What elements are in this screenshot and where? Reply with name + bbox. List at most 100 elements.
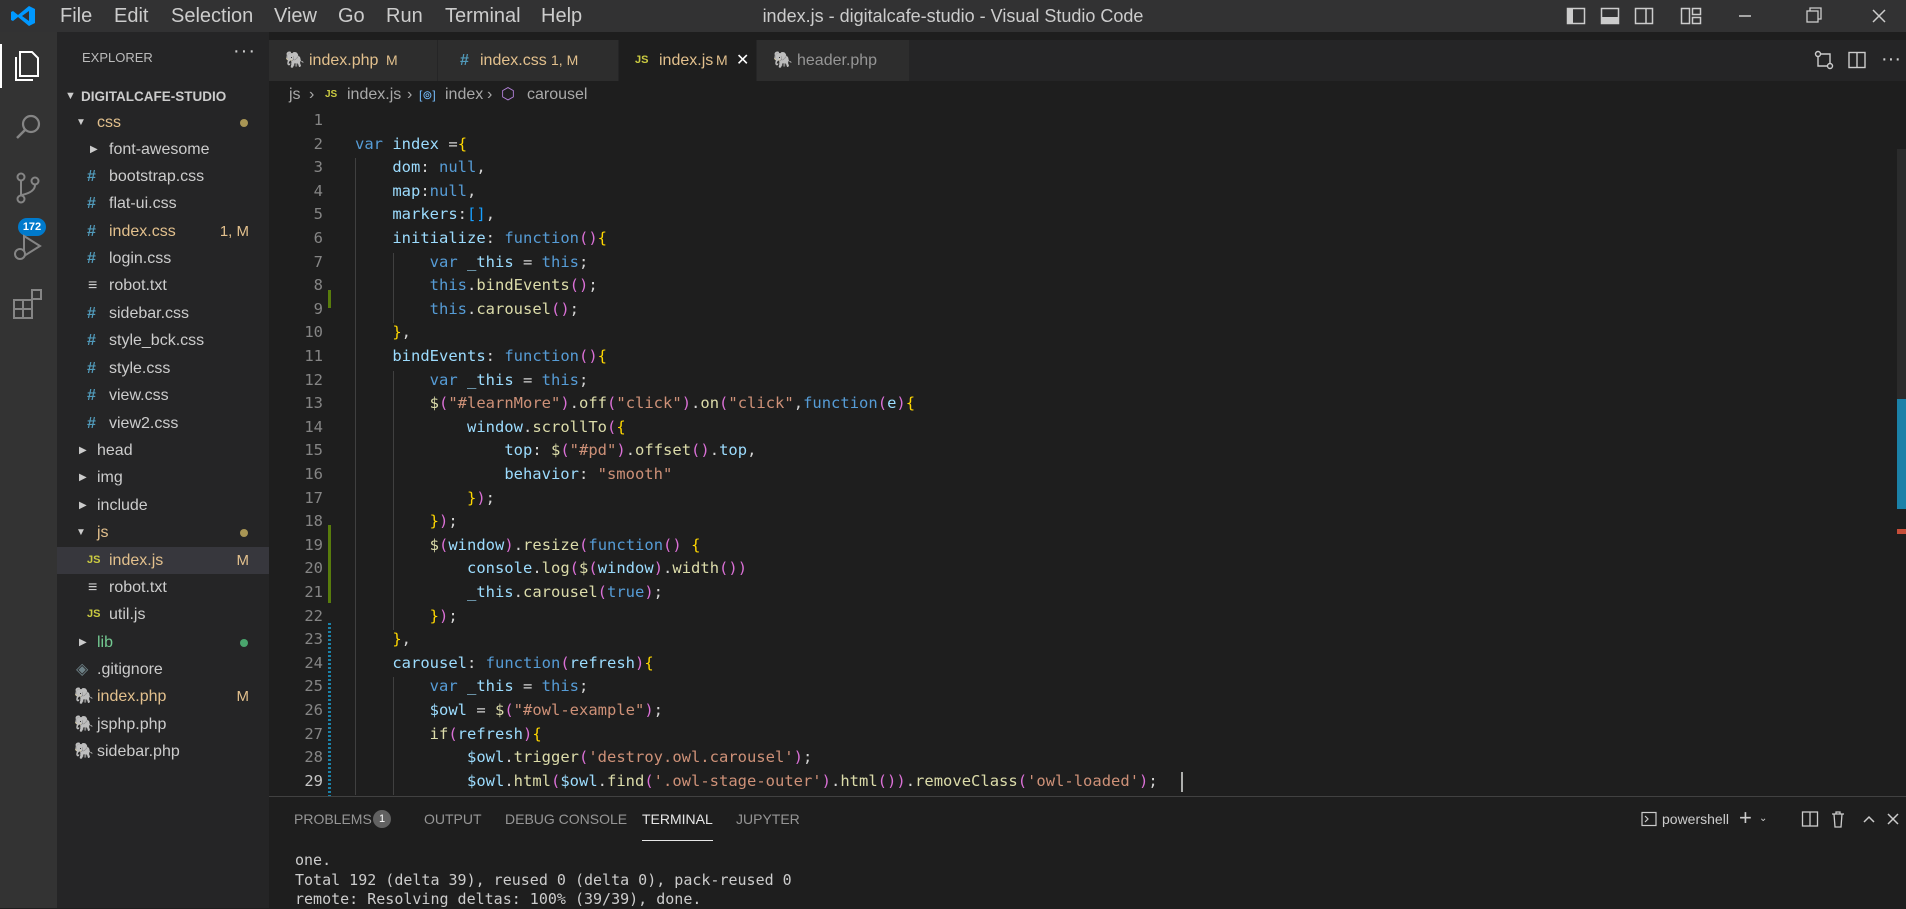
menu-go[interactable]: Go <box>338 0 365 32</box>
file-index-css[interactable]: # index.css 1, M <box>57 218 269 245</box>
file-gitignore[interactable]: ◈ .gitignore <box>57 656 269 683</box>
split-editor-icon[interactable] <box>1847 50 1867 70</box>
file-style-bck-css[interactable]: # style_bck.css <box>57 327 269 354</box>
tab-index-css[interactable]: # index.css 1, M <box>438 40 619 81</box>
file-label: view.css <box>109 387 169 404</box>
menu-help[interactable]: Help <box>541 0 582 32</box>
line-number: 6 <box>313 229 323 247</box>
file-js-robot-txt[interactable]: ≡ robot.txt <box>57 574 269 601</box>
file-bootstrap-css[interactable]: # bootstrap.css <box>57 163 269 190</box>
file-sidebar-css[interactable]: # sidebar.css <box>57 300 269 327</box>
more-actions-icon[interactable]: ··· <box>1881 40 1901 78</box>
folder-include[interactable]: ▶ include <box>57 492 269 519</box>
toggle-secondary-sidebar-icon[interactable] <box>1634 6 1654 26</box>
code-line: }); <box>429 606 458 625</box>
line-number: 29 <box>304 771 323 790</box>
folder-font-awesome[interactable]: ▶ font-awesome <box>57 136 269 163</box>
minimize-icon[interactable] <box>1722 0 1768 32</box>
file-flat-ui-css[interactable]: # flat-ui.css <box>57 190 269 217</box>
untracked-dot-icon <box>240 639 248 647</box>
toggle-panel-icon[interactable] <box>1600 6 1620 26</box>
folder-js[interactable]: ▼ js <box>57 519 269 546</box>
explorer-sidebar: EXPLORER ··· ▼ DIGITALCAFE-STUDIO ▼ css … <box>57 32 269 908</box>
menu-view[interactable]: View <box>274 0 317 32</box>
folder-css[interactable]: ▼ css <box>57 109 269 136</box>
customize-layout-icon[interactable] <box>1680 6 1702 26</box>
file-robot-txt[interactable]: ≡ robot.txt <box>57 272 269 299</box>
code-line: console.log($(window).width()) <box>466 559 748 578</box>
file-label: view2.css <box>109 415 179 432</box>
more-actions-icon[interactable]: ··· <box>233 40 256 63</box>
code-line: carousel: function(refresh){ <box>392 653 654 672</box>
file-view-css[interactable]: # view.css <box>57 382 269 409</box>
split-terminal-icon[interactable] <box>1801 810 1819 828</box>
folder-label: head <box>97 442 133 459</box>
code-line: window.scrollTo({ <box>466 417 626 436</box>
css-file-icon: # <box>87 332 96 349</box>
terminal-line: remote: Resolving deltas: 100% (39/39), … <box>295 890 702 908</box>
shell-name[interactable]: powershell <box>1662 797 1729 841</box>
menu-run[interactable]: Run <box>386 0 423 32</box>
line-number: 21 <box>304 583 323 601</box>
maximize-panel-icon[interactable] <box>1861 811 1877 827</box>
breadcrumb-js[interactable]: js <box>289 81 301 109</box>
file-util-js[interactable]: JS util.js <box>57 601 269 628</box>
open-changes-icon[interactable] <box>1813 50 1835 70</box>
code-line: _this.carousel(true); <box>466 583 664 601</box>
vscode-logo-icon <box>11 6 35 26</box>
trash-icon[interactable] <box>1829 809 1847 829</box>
file-index-php[interactable]: 🐘 index.php M <box>57 683 269 710</box>
folder-img[interactable]: ▶ img <box>57 464 269 491</box>
project-name: DIGITALCAFE-STUDIO <box>81 89 227 104</box>
search-icon[interactable] <box>8 108 48 148</box>
tab-problems[interactable]: PROBLEMS <box>294 797 372 841</box>
breadcrumb-method[interactable]: carousel <box>527 81 587 109</box>
tab-jupyter[interactable]: JUPYTER <box>736 797 800 841</box>
chevron-right-icon: › <box>407 86 413 103</box>
tab-index-php[interactable]: 🐘 index.php M <box>269 40 438 81</box>
file-label: bootstrap.css <box>109 168 205 185</box>
line-number: 23 <box>304 630 323 649</box>
source-control-icon[interactable] <box>8 168 48 208</box>
file-label: .gitignore <box>97 661 163 678</box>
gutter-added-marker <box>328 290 331 308</box>
file-style-css[interactable]: # style.css <box>57 355 269 382</box>
file-login-css[interactable]: # login.css <box>57 245 269 272</box>
breadcrumb-symbol[interactable]: index <box>445 81 483 109</box>
menu-edit[interactable]: Edit <box>114 0 148 32</box>
chevron-down-icon[interactable]: ⌄ <box>1759 797 1767 841</box>
extensions-icon[interactable] <box>8 284 48 324</box>
tab-output[interactable]: OUTPUT <box>424 797 482 841</box>
toggle-primary-sidebar-icon[interactable] <box>1566 6 1586 26</box>
indent-guide <box>355 158 356 796</box>
menu-file[interactable]: File <box>60 0 92 32</box>
line-number: 24 <box>304 653 323 672</box>
restore-icon[interactable] <box>1790 0 1836 32</box>
tab-terminal[interactable]: TERMINAL <box>642 797 713 841</box>
menu-terminal[interactable]: Terminal <box>445 0 521 32</box>
file-jsphp-php[interactable]: 🐘 jsphp.php <box>57 711 269 738</box>
file-index-js[interactable]: JS index.js M <box>57 547 269 574</box>
chevron-right-icon: ▶ <box>79 445 87 456</box>
code-editor[interactable]: 1 2 3 4 5 6 7 8 9 10 11 12 13 14 15 16 17 18 19 20 21 22 23 24 2… <box>269 109 1906 796</box>
tab-header-php[interactable]: 🐘 header.php <box>757 40 910 81</box>
tab-index-js[interactable]: JS index.js M ✕ <box>619 40 757 81</box>
new-terminal-icon[interactable]: + <box>1739 797 1752 839</box>
run-debug-icon[interactable] <box>8 226 48 266</box>
close-panel-icon[interactable] <box>1885 811 1901 827</box>
code-line: var _this = this; <box>429 370 589 389</box>
project-root[interactable]: ▼ DIGITALCAFE-STUDIO <box>57 83 269 110</box>
close-tab-icon[interactable]: ✕ <box>736 40 749 81</box>
close-window-icon[interactable] <box>1856 0 1902 32</box>
breadcrumb-file[interactable]: index.js <box>347 81 401 109</box>
folder-head[interactable]: ▶ head <box>57 437 269 464</box>
menu-selection[interactable]: Selection <box>171 0 253 32</box>
text-file-icon: ≡ <box>88 579 98 596</box>
explorer-icon[interactable] <box>8 46 48 86</box>
folder-lib[interactable]: ▶ lib <box>57 629 269 656</box>
line-number: 3 <box>313 158 323 177</box>
tab-debug-console[interactable]: DEBUG CONSOLE <box>505 797 627 841</box>
file-view2-css[interactable]: # view2.css <box>57 410 269 437</box>
tab-label: index.js <box>659 52 714 69</box>
file-sidebar-php[interactable]: 🐘 sidebar.php <box>57 738 269 765</box>
